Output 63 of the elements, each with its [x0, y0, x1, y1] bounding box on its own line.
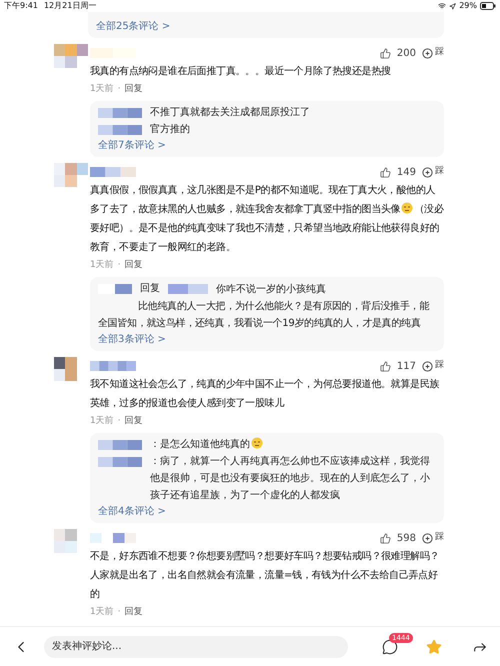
all-replies-link[interactable]: 全部4条评论 > — [98, 504, 166, 520]
like-icon[interactable] — [380, 166, 391, 178]
separator-dot: · — [118, 83, 121, 96]
reply-link[interactable]: 回复 — [124, 259, 143, 273]
battery-percent: 29% — [459, 0, 477, 12]
reply-text: 你咋不说一岁的小孩纯真 — [216, 282, 326, 296]
reply-text: 不推丁真就都去关注成都屈原投江了 — [150, 106, 310, 120]
comment-text: 我不知道这社会怎么了，纯真的少年中国不止一个，为何总要报道他。就算是民族英雄，过多的报道也会使人感到变了一股味儿 — [90, 378, 440, 411]
comment-input[interactable]: 发表神评妙论... — [44, 636, 348, 658]
wifi-icon — [438, 2, 446, 10]
dislike-icon[interactable] — [422, 48, 433, 58]
like-count: 117 — [396, 360, 416, 374]
blurred-name — [98, 125, 142, 135]
blurred-name — [168, 284, 208, 294]
comment-time: 1天前 — [90, 83, 114, 96]
location-icon — [449, 2, 456, 10]
like-icon[interactable] — [380, 360, 391, 372]
dislike-label[interactable]: 踩 — [435, 165, 444, 179]
all-replies-link[interactable]: 全部25条评论 > — [96, 21, 170, 32]
dislike-label[interactable]: 踩 — [435, 359, 444, 373]
status-date: 12月21日周一 — [44, 0, 96, 12]
comment-time: 1天前 — [90, 415, 114, 428]
blurred-name — [98, 440, 142, 450]
dislike-icon[interactable] — [422, 532, 433, 544]
like-count: 200 — [396, 46, 416, 60]
separator-dot: · — [118, 415, 121, 428]
dislike-icon[interactable] — [422, 166, 433, 178]
blurred-name — [90, 533, 136, 543]
comment-text: 不是，好东西谁不想要？你想要别墅吗？想要好车吗？想要钻戒吗？很难理解吗？人家就是出名了，出名自然就会有流量，流量=钱，有钱为什么不去给自己弄点好的 — [90, 550, 440, 602]
dislike-label[interactable]: 踩 — [435, 531, 444, 545]
blurred-name — [90, 361, 136, 371]
reply-text: ：是怎么知道他纯真的 — [150, 436, 264, 453]
comments-icon[interactable] — [382, 638, 398, 654]
reply-label[interactable]: 回复 — [140, 280, 160, 298]
dislike-label[interactable]: 踩 — [435, 46, 444, 60]
like-count: 149 — [396, 166, 416, 180]
favorite-star-icon[interactable] — [426, 638, 442, 654]
separator-dot: · — [118, 606, 121, 620]
all-replies-link[interactable]: 全部3条评论 > — [98, 332, 166, 348]
status-time: 下午9:41 — [4, 0, 38, 12]
blurred-avatar — [54, 44, 88, 68]
reply-text: 官方推的 — [150, 122, 190, 137]
blurred-avatar — [54, 163, 88, 187]
reply-link[interactable]: 回复 — [124, 415, 143, 429]
all-replies-link[interactable]: 全部7条评论 > — [98, 138, 166, 154]
reply-link[interactable]: 回复 — [124, 83, 143, 97]
comment-time: 1天前 — [90, 259, 114, 272]
separator-dot: · — [118, 259, 121, 272]
reply-text: ：病了，就算一个人再纯真再怎么帅也不应该捧成这样，我觉得他是很帅，可是也没有要疯狂的地步。现在的人到底怎么了，小孩子还有追星族，为了一个虚化的人都发疯 — [150, 454, 431, 503]
blurred-name — [98, 284, 132, 294]
comment-text: 我真的有点纳闷是谁在后面推丁真。。。最近一个月除了热搜还是热搜 — [90, 64, 392, 79]
battery-icon — [480, 2, 496, 10]
like-icon[interactable] — [380, 532, 391, 544]
reply-text: 比他纯真的人一大把，为什么他能火？是有原因的，背后没推手，能全国皆知，就这鸟样，还纯真，我看说一个19岁的纯真的人，才是真的纯真 — [98, 300, 430, 331]
blurred-name — [98, 457, 142, 467]
like-icon[interactable] — [380, 48, 391, 58]
blurred-name — [90, 167, 136, 177]
comment-text: 真真假假，假假真真，这几张图是不是P的都不知道呢。现在丁真大火，酸他的人多了去了，故意抹黑的人也贼多，就连我舍友都拿丁真竖中指的图当头像 （没必要好吧）。是不是他的纯真变味了我也不清楚，只希望当地政府能让他获得良好的教育，不要走了一般网红的老路。 — [90, 184, 444, 255]
comment-time: 1天前 — [90, 606, 114, 620]
like-count: 598 — [396, 532, 416, 546]
blurred-name — [98, 108, 142, 118]
dislike-icon[interactable] — [422, 360, 433, 372]
reply-link[interactable]: 回复 — [124, 606, 143, 620]
